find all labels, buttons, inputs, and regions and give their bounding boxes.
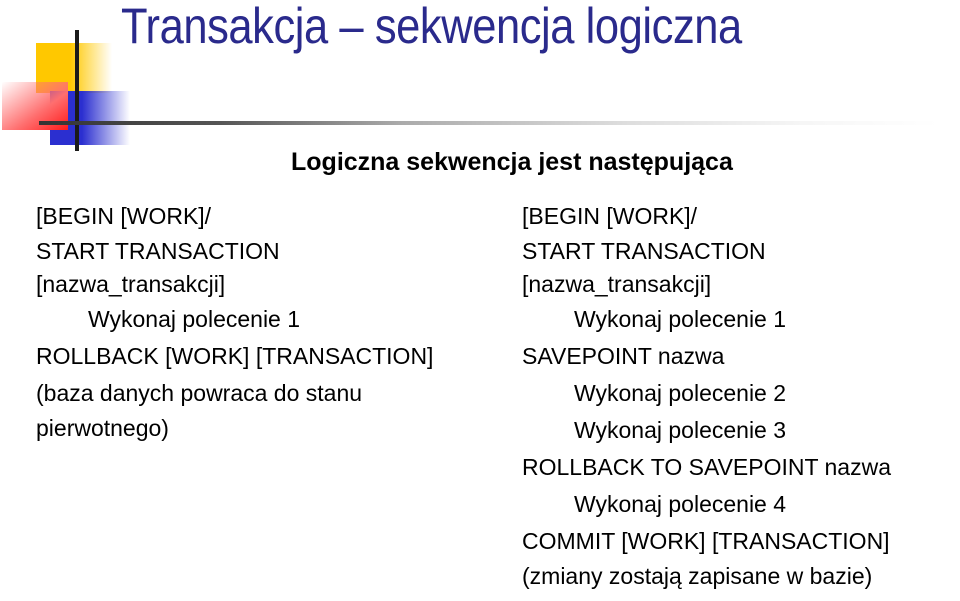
- sequence-line: Wykonaj polecenie 1: [88, 306, 301, 332]
- sequence-line: ROLLBACK TO SAVEPOINT nazwa: [522, 454, 891, 480]
- sequence-line: [BEGIN [WORK]/: [36, 203, 212, 229]
- sequence-line: [nazwa_transakcji]: [522, 271, 712, 297]
- sequence-line: ROLLBACK [WORK] [TRANSACTION]: [36, 343, 434, 369]
- sequence-line: [nazwa_transakcji]: [36, 271, 226, 297]
- vertical-line-decoration: [75, 30, 79, 151]
- sequence-line: Wykonaj polecenie 4: [574, 491, 787, 517]
- sequence-line: Wykonaj polecenie 2: [574, 380, 787, 406]
- sequence-line: pierwotnego): [36, 415, 169, 441]
- left-sequence-rollback: [BEGIN [WORK]/ START TRANSACTION [nazwa_…: [36, 198, 433, 445]
- sequence-line: COMMIT [WORK] [TRANSACTION]: [522, 528, 890, 554]
- slide-subtitle: Logiczna sekwencja jest następująca: [291, 148, 733, 176]
- sequence-line: SAVEPOINT nazwa: [522, 343, 725, 369]
- slide-title: Transakcja – sekwencja logiczna: [121, 0, 742, 54]
- sequence-line: Wykonaj polecenie 3: [574, 417, 787, 443]
- sequence-line: START TRANSACTION: [522, 238, 766, 264]
- sequence-line: (zmiany zostają zapisane w bazie): [522, 563, 873, 589]
- sequence-line: (baza danych powraca do stanu: [36, 380, 363, 406]
- sequence-line: [BEGIN [WORK]/: [522, 203, 698, 229]
- sequence-line: Wykonaj polecenie 1: [574, 306, 787, 332]
- title-underline-divider: [39, 121, 939, 125]
- right-sequence-savepoint: [BEGIN [WORK]/ START TRANSACTION [nazwa_…: [522, 198, 891, 593]
- sequence-line: START TRANSACTION: [36, 238, 280, 264]
